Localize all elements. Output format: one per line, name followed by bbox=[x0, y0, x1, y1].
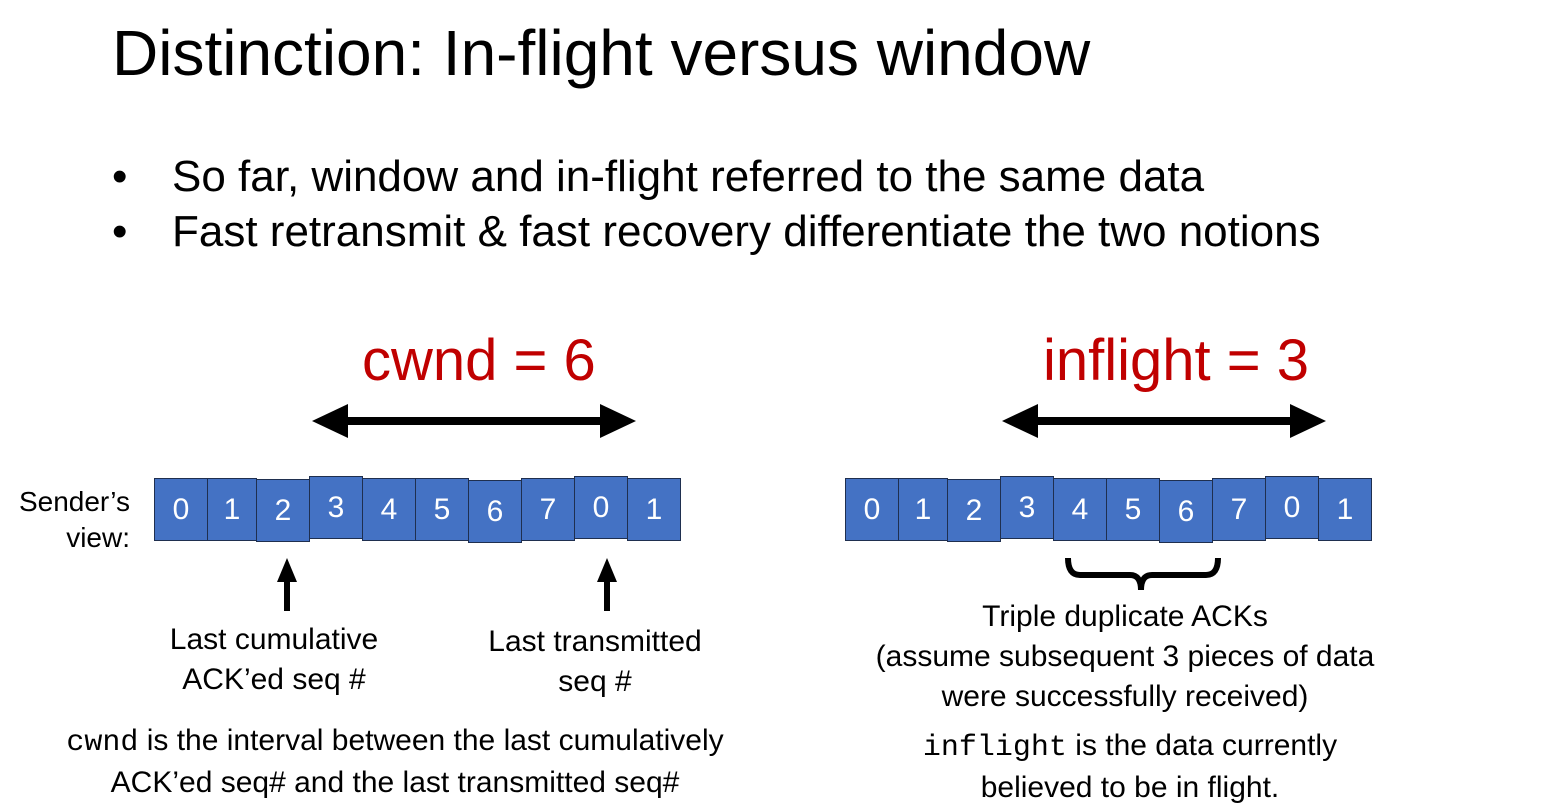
last-ack-caption-line1: Last cumulative bbox=[169, 623, 379, 656]
cwnd-double-arrow bbox=[312, 404, 636, 438]
cwnd-note-line2: ACK’ed seq# and the last transmitted seq… bbox=[110, 766, 680, 799]
right-seq-cell-1: 1 bbox=[898, 478, 948, 541]
last-transmitted-caption-line2: seq # bbox=[558, 665, 632, 698]
left-seq-cell-6: 6 bbox=[468, 480, 522, 543]
left-seq-cell-4: 4 bbox=[362, 478, 416, 541]
triple-ack-caption-line3: were successfully received) bbox=[941, 680, 1309, 713]
left-seq-cell-7: 7 bbox=[521, 478, 575, 541]
last-ack-caption-line2: ACK’ed seq # bbox=[182, 663, 366, 696]
left-seq-cell-9: 1 bbox=[627, 478, 681, 541]
inflight-double-arrow bbox=[1002, 404, 1326, 438]
inflight-note-line1: inflight is the data currently bbox=[880, 726, 1380, 768]
right-seq-cell-9: 1 bbox=[1318, 478, 1372, 541]
triple-ack-caption-line1: Triple duplicate ACKs bbox=[982, 600, 1268, 633]
right-seq-cell-2: 2 bbox=[947, 479, 1001, 542]
inflight-note-line2: believed to be in flight. bbox=[980, 771, 1280, 804]
inflight-note-text1: is the data currently bbox=[1066, 729, 1338, 762]
triple-ack-caption: Triple duplicate ACKs (assume subsequent… bbox=[840, 597, 1410, 717]
cwnd-note: cwnd is the interval between the last cu… bbox=[20, 721, 770, 803]
up-arrow-last-transmitted bbox=[597, 558, 617, 611]
inflight-note: inflight is the data currently believed … bbox=[880, 726, 1380, 808]
cwnd-note-text1: is the interval between the last cumulat… bbox=[138, 724, 724, 757]
right-seq-cell-4: 4 bbox=[1053, 478, 1107, 541]
cwnd-note-line1: cwnd is the interval between the last cu… bbox=[20, 721, 770, 763]
left-seq-cell-3: 3 bbox=[309, 476, 363, 539]
right-seq-cell-7: 7 bbox=[1212, 478, 1266, 541]
cwnd-code: cwnd bbox=[66, 726, 139, 760]
left-seq-cell-1: 1 bbox=[207, 478, 257, 541]
right-seq-cell-8: 0 bbox=[1265, 476, 1319, 539]
triple-ack-caption-line2: (assume subsequent 3 pieces of data bbox=[875, 640, 1375, 673]
right-seq-cell-5: 5 bbox=[1106, 478, 1160, 541]
senders-view-label: Sender’s view: bbox=[18, 486, 130, 553]
left-seq-cell-2: 2 bbox=[256, 479, 310, 542]
up-arrow-last-ack bbox=[277, 558, 297, 611]
right-seq-cell-0: 0 bbox=[845, 478, 899, 541]
last-transmitted-caption: Last transmitted seq # bbox=[470, 622, 720, 702]
right-seq-cell-6: 6 bbox=[1159, 480, 1213, 543]
inflight-code: inflight bbox=[922, 731, 1067, 765]
triple-ack-brace bbox=[1065, 557, 1221, 591]
left-seq-cell-5: 5 bbox=[415, 478, 469, 541]
last-transmitted-caption-line1: Last transmitted bbox=[488, 625, 702, 658]
last-ack-caption: Last cumulative ACK’ed seq # bbox=[154, 620, 394, 700]
left-seq-cell-8: 0 bbox=[574, 476, 628, 539]
left-seq-cell-0: 0 bbox=[154, 478, 208, 541]
right-seq-cell-3: 3 bbox=[1000, 476, 1054, 539]
